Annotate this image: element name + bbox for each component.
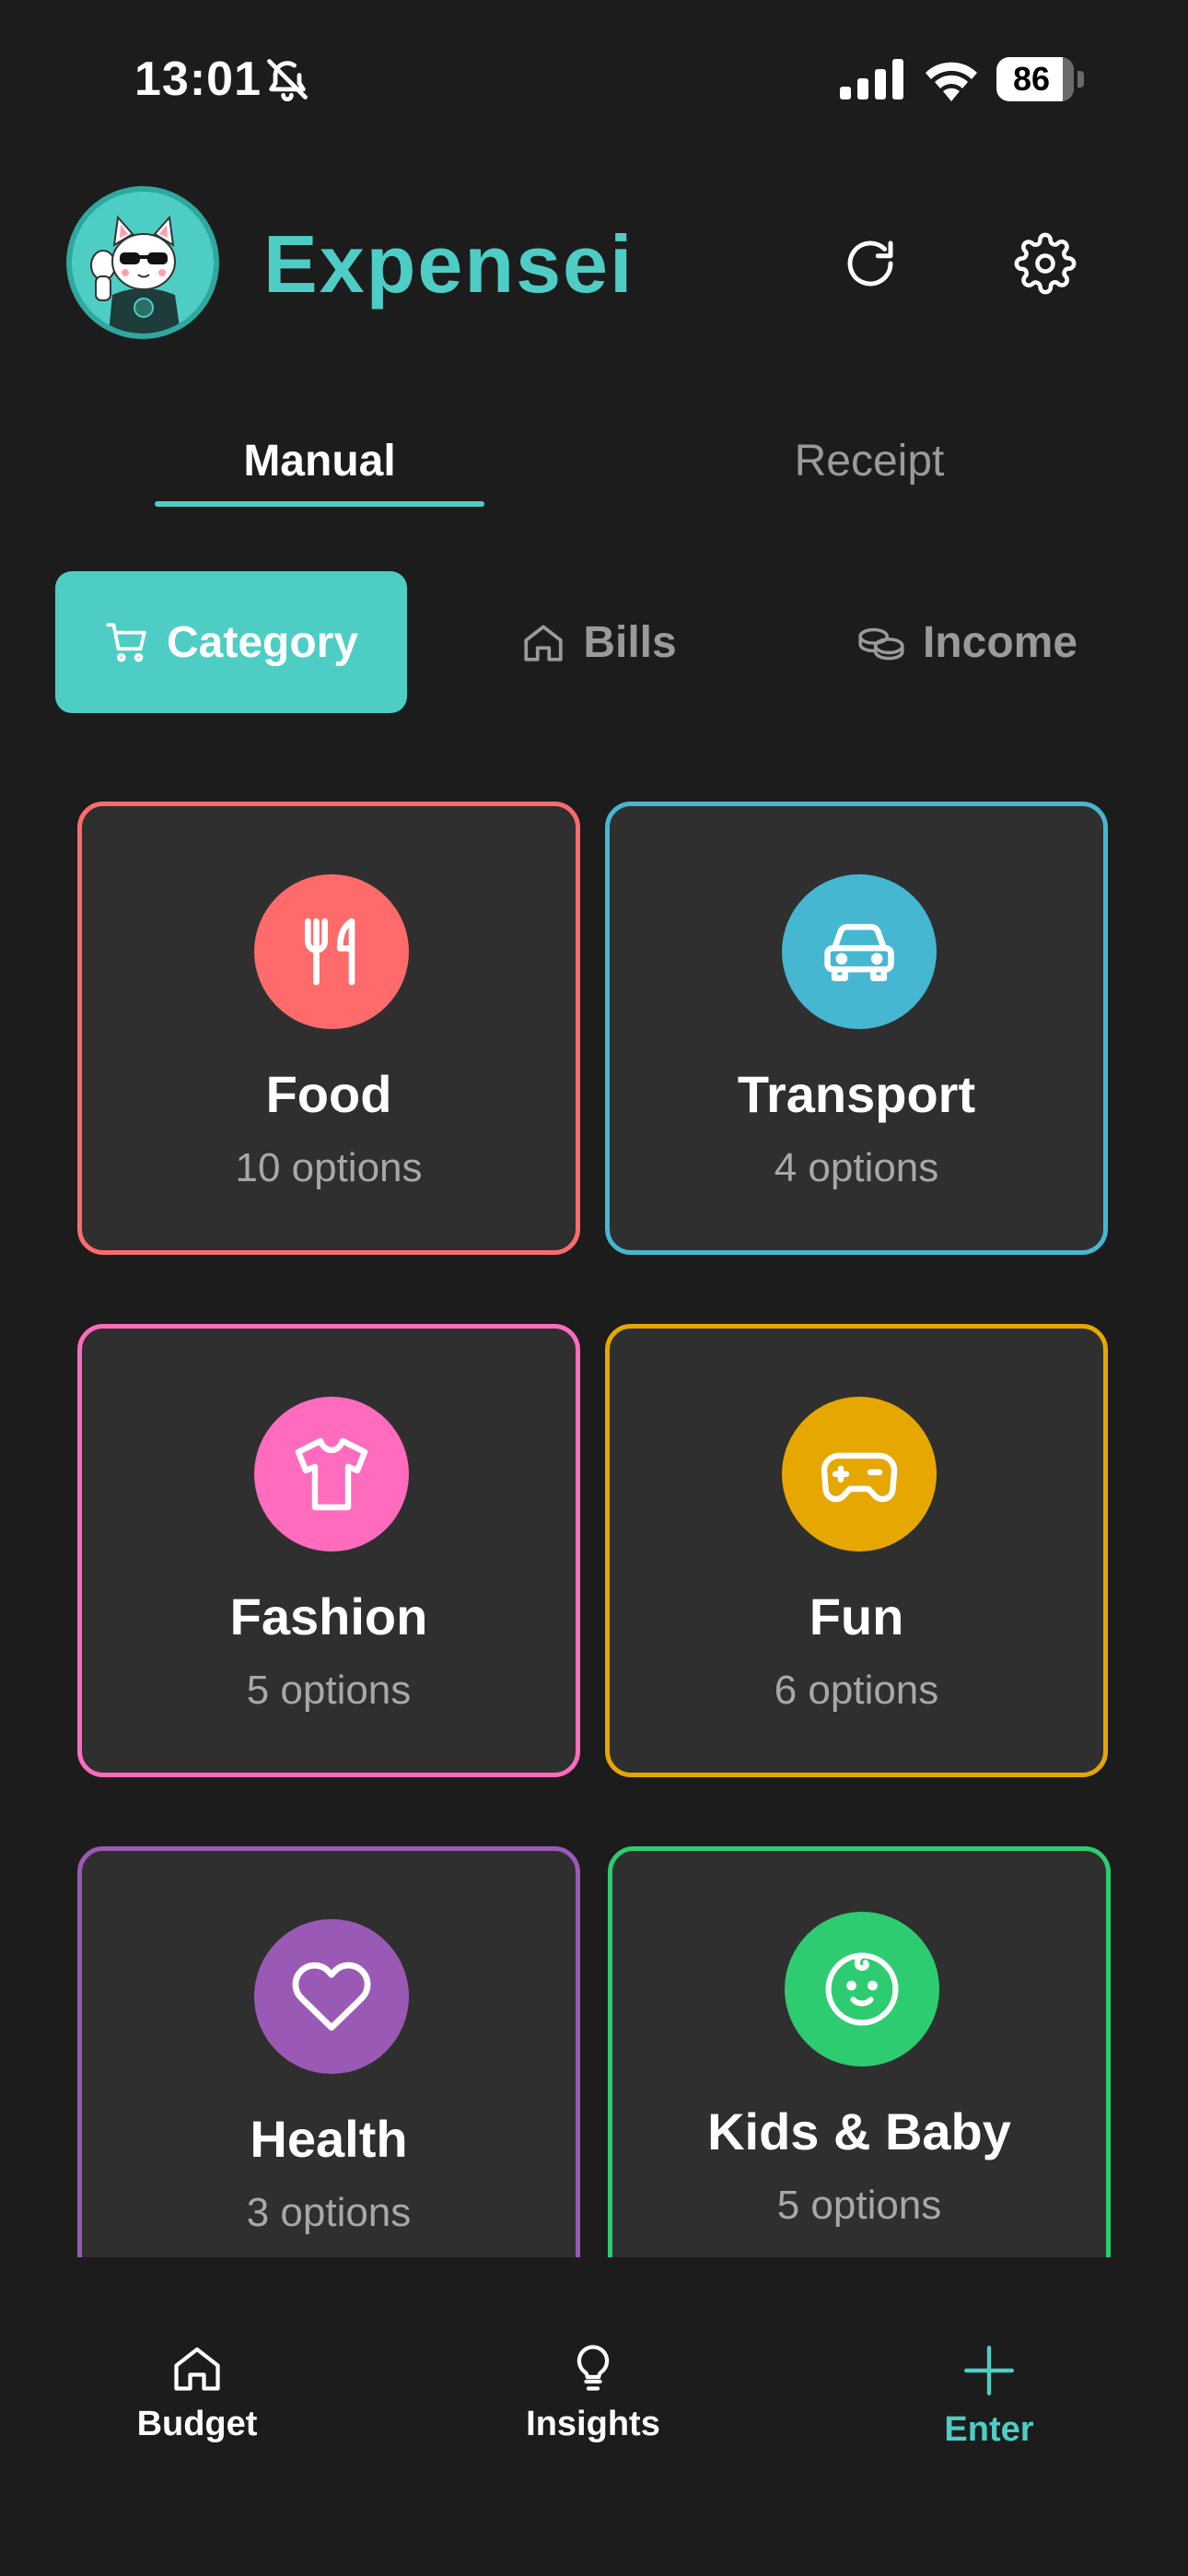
avatar[interactable]: [66, 186, 219, 339]
baby-icon: [825, 1952, 899, 2026]
segment-bills-label: Bills: [583, 617, 677, 667]
lucky-cat-avatar-icon: [90, 215, 181, 334]
bell-off-icon: [267, 59, 308, 102]
car-icon: [824, 923, 894, 982]
category-count: 5 options: [776, 2183, 942, 2228]
segment-category-label: Category: [166, 617, 359, 667]
health-icon-circle: [254, 1919, 409, 2074]
cart-icon: [106, 623, 146, 662]
segment-income[interactable]: Income: [829, 571, 1105, 713]
transport-icon-circle: [782, 874, 937, 1029]
fun-icon-circle: [782, 1397, 937, 1551]
home-icon: [524, 625, 563, 662]
segment-income-label: Income: [922, 617, 1078, 667]
battery-body: 86: [996, 57, 1074, 101]
status-time: 13:01: [134, 53, 262, 106]
nav-insights-label: Insights: [526, 2405, 660, 2443]
category-count: 10 options: [235, 1145, 423, 1190]
category-count: 3 options: [246, 2190, 412, 2235]
category-name: Fashion: [229, 1587, 428, 1645]
nav-enter[interactable]: Enter: [869, 2340, 1109, 2469]
category-grid: Food 10 options Transport 4 options Fash…: [0, 792, 1188, 2257]
category-card-fun[interactable]: Fun 6 options: [605, 1324, 1108, 1777]
battery-cap: [1077, 71, 1084, 88]
fork-knife-icon: [305, 918, 355, 986]
category-name: Fun: [809, 1587, 904, 1645]
segment-category[interactable]: Category: [55, 571, 407, 713]
settings-button[interactable]: [1004, 227, 1087, 300]
nav-budget-label: Budget: [136, 2405, 258, 2443]
category-count: 5 options: [246, 1668, 412, 1713]
fashion-icon-circle: [254, 1397, 409, 1551]
tab-receipt[interactable]: Receipt: [700, 429, 1039, 503]
lightbulb-icon: [577, 2345, 610, 2391]
category-card-health[interactable]: Health 3 options: [77, 1846, 580, 2257]
nav-enter-label: Enter: [944, 2410, 1034, 2449]
refresh-button[interactable]: [829, 227, 912, 300]
category-name: Food: [265, 1065, 392, 1123]
gamepad-icon: [821, 1452, 898, 1503]
home-icon: [174, 2347, 220, 2391]
category-name: Kids & Baby: [707, 2102, 1011, 2160]
active-tab-indicator: [155, 501, 484, 507]
coins-icon: [858, 627, 904, 661]
tab-manual[interactable]: Manual: [155, 429, 484, 503]
category-name: Transport: [737, 1065, 976, 1123]
app-title: Expensei: [263, 218, 635, 310]
battery-level: 86: [1012, 60, 1051, 98]
category-count: 6 options: [774, 1668, 939, 1713]
category-card-fashion[interactable]: Fashion 5 options: [77, 1324, 580, 1777]
battery-indicator: 86: [996, 57, 1085, 101]
cellular-signal-icon: [840, 59, 903, 100]
segment-bills[interactable]: Bills: [488, 571, 709, 713]
category-count: 4 options: [774, 1145, 939, 1190]
wifi-icon: [926, 62, 977, 101]
refresh-icon: [847, 240, 893, 287]
category-name: Health: [250, 2110, 408, 2168]
plus-icon: [964, 2346, 1014, 2395]
category-card-kids-baby[interactable]: Kids & Baby 5 options: [608, 1846, 1111, 2257]
nav-budget[interactable]: Budget: [77, 2340, 317, 2469]
nav-insights[interactable]: Insights: [473, 2340, 713, 2469]
food-icon-circle: [254, 874, 409, 1029]
category-card-transport[interactable]: Transport 4 options: [605, 802, 1108, 1255]
shirt-icon: [295, 1437, 368, 1511]
kids-baby-icon-circle: [785, 1912, 939, 2067]
heart-icon: [292, 1961, 371, 2032]
status-bar: 13:01 86: [0, 0, 1188, 157]
category-card-food[interactable]: Food 10 options: [77, 802, 580, 1255]
gear-icon: [1014, 232, 1077, 295]
